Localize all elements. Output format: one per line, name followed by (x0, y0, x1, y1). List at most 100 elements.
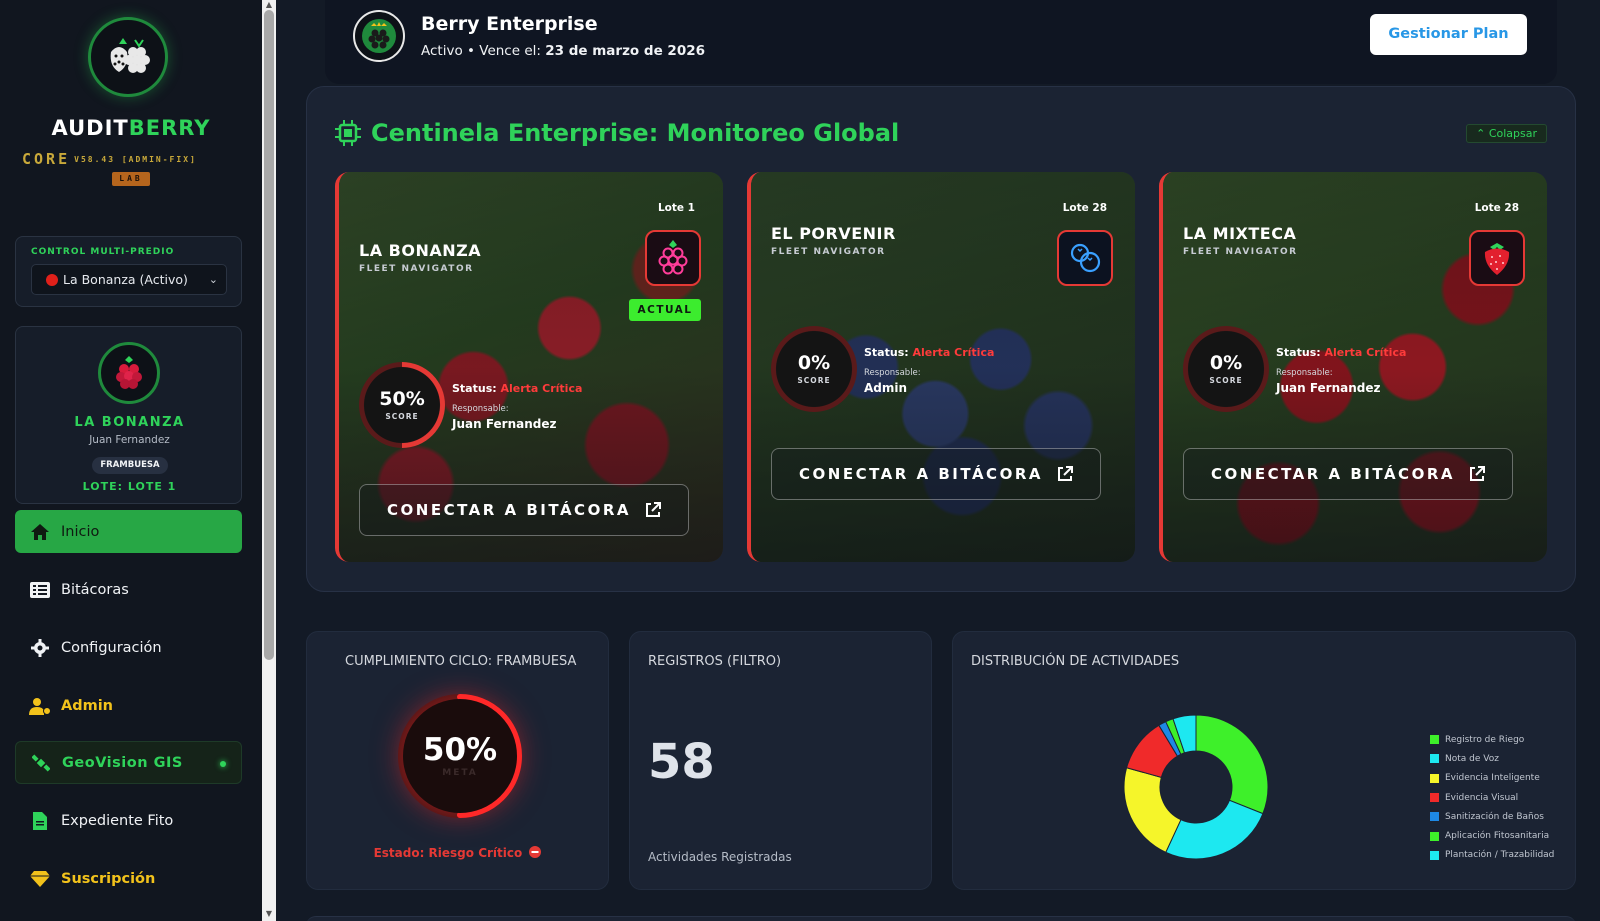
legend-swatch (1430, 812, 1439, 822)
legend-swatch (1430, 754, 1439, 764)
legend-label: Aplicación Fitosanitaria (1445, 831, 1550, 842)
distribution-card: DISTRIBUCIÓN DE ACTIVIDADES Registro de … (952, 631, 1576, 890)
legend-label: Sanitización de Baños (1445, 811, 1544, 822)
nav-bitacoras[interactable]: Bitácoras (15, 568, 242, 611)
external-link-icon (645, 502, 661, 517)
farm-lote: LOTE: LOTE 1 (82, 480, 177, 493)
next-panel-edge (306, 916, 1576, 921)
legend-item: Plantación / Trazabilidad (1430, 846, 1554, 865)
plan-banner: Berry Enterprise Activo • Vence el: 23 d… (325, 0, 1557, 84)
blackberry-crown-icon (362, 19, 396, 53)
registros-card: REGISTROS (FILTRO) 58 Actividades Regist… (629, 631, 932, 890)
legend-label: Nota de Voz (1445, 753, 1499, 764)
blueberry-icon (1057, 230, 1113, 286)
donut-slice-1 (1165, 799, 1264, 860)
document-icon (29, 811, 51, 830)
legend-item: Evidencia Inteligente (1430, 769, 1554, 788)
plan-title: Berry Enterprise (421, 13, 598, 35)
no-entry-icon (529, 846, 542, 858)
admin-user-icon (29, 697, 51, 715)
lote-tag: Lote 28 (1062, 202, 1107, 214)
active-status-dot (46, 274, 58, 286)
legend-swatch (1430, 793, 1439, 803)
raspberry-icon (116, 356, 142, 389)
nav-geovision-gis[interactable]: GeoVision GIS (15, 741, 242, 784)
lote-tag: Lote 28 (1474, 202, 1519, 214)
nav-expediente-fito[interactable]: Expediente Fito (15, 799, 242, 842)
berries-logo-icon (110, 38, 150, 73)
connect-bitacora-button[interactable]: CONECTAR A BITÁCORA (1183, 448, 1513, 500)
legend-swatch (1430, 850, 1439, 860)
lot-subtitle: FLEET NAVIGATOR (1183, 247, 1298, 257)
lot-card-la-bonanza[interactable]: Lote 1 LA BONANZA FLEET NAVIGATOR ACTUAL… (335, 172, 723, 562)
gear-icon (29, 638, 51, 657)
legend-label: Registro de Riego (1445, 734, 1525, 745)
legend-item: Aplicación Fitosanitaria (1430, 826, 1554, 845)
app-logo (88, 17, 168, 97)
compliance-title: CUMPLIMIENTO CICLO: FRAMBUESA (345, 654, 577, 669)
external-link-icon (1469, 466, 1485, 481)
plan-logo (353, 10, 405, 62)
lot-name: EL PORVENIR (771, 224, 896, 243)
plan-status: Activo • Vence el: 23 de marzo de 2026 (421, 43, 705, 59)
lot-name: LA MIXTECA (1183, 224, 1297, 243)
brand-subtitle: CORE V58.43 [ADMIN-FIX] (22, 150, 197, 168)
nav-suscripcion[interactable]: Suscripción (15, 857, 242, 900)
nav-configuracion[interactable]: Configuración (15, 626, 242, 669)
scrollbar-thumb[interactable] (264, 10, 274, 660)
lot-subtitle: FLEET NAVIGATOR (359, 264, 474, 274)
legend-label: Evidencia Inteligente (1445, 773, 1540, 784)
multi-predio-control: CONTROL MULTI-PREDIO La Bonanza (Activo)… (15, 236, 242, 307)
strawberry-icon (1469, 230, 1525, 286)
legend-item: Sanitización de Baños (1430, 807, 1554, 826)
score-ring: 0% SCORE (771, 326, 857, 412)
registros-label: Actividades Registradas (648, 850, 792, 864)
home-icon (29, 523, 51, 541)
satellite-icon (30, 753, 52, 772)
raspberry-icon (645, 230, 701, 286)
nav-inicio[interactable]: Inicio (15, 510, 242, 553)
connect-bitacora-button[interactable]: CONECTAR A BITÁCORA (359, 484, 689, 536)
lab-badge: LAB (112, 172, 150, 186)
legend-label: Plantación / Trazabilidad (1445, 850, 1555, 861)
lot-card-la-mixteca[interactable]: Lote 28 LA MIXTECA FLEET NAVIGATOR 0% SC… (1159, 172, 1547, 562)
farm-name: LA BONANZA (74, 415, 185, 430)
farm-owner: Juan Fernandez (89, 434, 170, 446)
donut-slice-0 (1195, 714, 1269, 815)
legend-swatch (1430, 831, 1439, 841)
gis-online-dot (220, 761, 226, 767)
sidebar: AUDITBERRY CORE V58.43 [ADMIN-FIX] LAB CO… (0, 0, 262, 921)
legend-item: Evidencia Visual (1430, 788, 1554, 807)
status-block: Status: Alerta Crítica Responsable: Admi… (864, 346, 995, 395)
legend-label: Evidencia Visual (1445, 792, 1519, 803)
lot-subtitle: FLEET NAVIGATOR (771, 247, 886, 257)
actual-badge: ACTUAL (629, 299, 701, 321)
collapse-button[interactable]: ⌃ Colapsar (1466, 124, 1547, 143)
crop-badge: FRAMBUESA (92, 457, 168, 474)
score-ring: 50% SCORE (359, 362, 445, 448)
connect-bitacora-button[interactable]: CONECTAR A BITÁCORA (771, 448, 1101, 500)
lot-card-el-porvenir[interactable]: Lote 28 EL PORVENIR FLEET NAVIGATOR 0% S… (747, 172, 1135, 562)
status-block: Status: Alerta Crítica Responsable: Juan… (452, 382, 583, 431)
legend-item: Registro de Riego (1430, 730, 1554, 749)
legend-swatch (1430, 773, 1439, 783)
distribution-title: DISTRIBUCIÓN DE ACTIVIDADES (971, 654, 1180, 669)
legend-item: Nota de Voz (1430, 749, 1554, 768)
predio-select[interactable]: La Bonanza (Activo) ⌄ (31, 264, 227, 295)
lot-name: LA BONANZA (359, 241, 482, 260)
nav-admin[interactable]: Admin (15, 684, 242, 727)
scroll-up-arrow[interactable]: ▲ (264, 0, 274, 9)
external-link-icon (1057, 466, 1073, 481)
registros-title: REGISTROS (FILTRO) (648, 654, 782, 669)
legend-swatch (1430, 735, 1439, 745)
active-farm-card: LA BONANZA Juan Fernandez FRAMBUESA LOTE… (15, 326, 242, 504)
chart-legend: Registro de Riego Nota de Voz Evidencia In… (1430, 730, 1554, 865)
farm-avatar (98, 342, 160, 404)
list-icon (29, 581, 51, 598)
manage-plan-button[interactable]: Gestionar Plan (1370, 14, 1527, 55)
chevron-down-icon: ⌄ (208, 273, 218, 286)
scroll-down-arrow[interactable]: ▼ (264, 909, 274, 918)
sentinel-monitor-panel: Centinela Enterprise: Monitoreo Global ⌃… (306, 86, 1576, 592)
compliance-card: CUMPLIMIENTO CICLO: FRAMBUESA 50% META E… (306, 631, 609, 890)
score-ring: 0% SCORE (1183, 326, 1269, 412)
